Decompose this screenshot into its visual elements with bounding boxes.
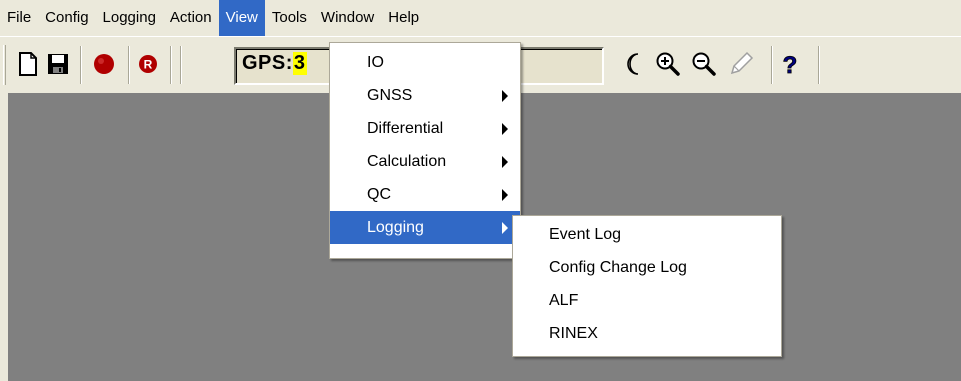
submenu-arrow-icon xyxy=(502,222,508,234)
record-r-icon: R xyxy=(139,55,157,73)
submenu-arrow-icon xyxy=(502,123,508,135)
zoom-out-icon xyxy=(692,52,716,76)
menu-item-label: RINEX xyxy=(549,325,598,342)
menu-window[interactable]: Window xyxy=(314,0,381,36)
toolbar-separator xyxy=(170,46,172,84)
view-menu-item-gnss[interactable]: GNSS xyxy=(330,79,520,112)
night-mode-button[interactable] xyxy=(620,49,648,79)
toolbar-grip[interactable] xyxy=(3,45,6,85)
view-menu-item-logging[interactable]: Logging xyxy=(330,211,520,244)
logging-submenu-item-alf[interactable]: ALF xyxy=(513,284,781,317)
help-button[interactable]: ? xyxy=(776,49,804,79)
svg-text:?: ? xyxy=(783,52,798,77)
menu-item-label: GNSS xyxy=(367,87,413,104)
view-menu-item-differential[interactable]: Differential xyxy=(330,112,520,145)
pencil-icon xyxy=(730,51,754,75)
view-menu-item-calculation[interactable]: Calculation xyxy=(330,145,520,178)
menu-item-label: QC xyxy=(367,186,391,203)
toolbar-separator xyxy=(818,46,820,84)
menu-item-label: Differential xyxy=(367,120,444,137)
toolbar-separator xyxy=(128,46,130,84)
help-icon: ? xyxy=(782,52,798,77)
menu-item-label: ALF xyxy=(549,292,579,309)
logging-submenu-item-event-log[interactable]: Event Log xyxy=(513,218,781,251)
logging-submenu-item-rinex[interactable]: RINEX xyxy=(513,317,781,350)
record-button[interactable] xyxy=(90,49,118,79)
view-menu-dropdown: IO GNSS Differential Calculation QC Logg… xyxy=(329,42,521,259)
toolbar-separator xyxy=(80,46,82,84)
logging-submenu: Event Log Config Change Log ALF RINEX xyxy=(512,215,782,357)
zoom-out-button[interactable] xyxy=(690,49,718,79)
moon-icon xyxy=(627,53,639,75)
view-menu-item-qc[interactable]: QC xyxy=(330,178,520,211)
menu-help[interactable]: Help xyxy=(381,0,426,36)
save-button[interactable] xyxy=(44,49,72,79)
record-icon xyxy=(94,54,114,74)
submenu-arrow-icon xyxy=(502,189,508,201)
gps-satellite-count: 3 xyxy=(292,52,307,75)
menu-logging[interactable]: Logging xyxy=(96,0,163,36)
new-document-icon xyxy=(19,52,37,76)
menu-item-label: Calculation xyxy=(367,153,447,170)
menu-item-label: IO xyxy=(367,54,384,71)
submenu-arrow-icon xyxy=(502,156,508,168)
view-menu-item-io[interactable]: IO xyxy=(330,46,520,79)
menu-config[interactable]: Config xyxy=(38,0,95,36)
menu-tools[interactable]: Tools xyxy=(265,0,314,36)
menu-bar: File Config Logging Action View Tools Wi… xyxy=(0,0,961,36)
gps-label: GPS: xyxy=(242,52,293,74)
menu-item-label: Config Change Log xyxy=(549,259,687,276)
zoom-in-icon xyxy=(656,52,680,76)
submenu-arrow-icon xyxy=(502,90,508,102)
menu-item-label: Logging xyxy=(367,219,424,236)
svg-text:R: R xyxy=(144,58,153,72)
menu-file[interactable]: File xyxy=(0,0,38,36)
toolbar-separator xyxy=(771,46,773,84)
menu-action[interactable]: Action xyxy=(163,0,219,36)
zoom-in-button[interactable] xyxy=(654,49,682,79)
logging-submenu-item-config-change-log[interactable]: Config Change Log xyxy=(513,251,781,284)
menu-view[interactable]: View xyxy=(218,0,265,36)
new-document-button[interactable] xyxy=(14,49,42,79)
save-icon xyxy=(48,54,68,74)
menu-item-label: Event Log xyxy=(549,226,622,243)
toolbar-separator xyxy=(180,46,182,84)
pencil-button[interactable] xyxy=(727,49,755,79)
record-r-button[interactable]: R xyxy=(134,49,162,79)
gps-status-text: GPS:3 xyxy=(242,52,307,75)
